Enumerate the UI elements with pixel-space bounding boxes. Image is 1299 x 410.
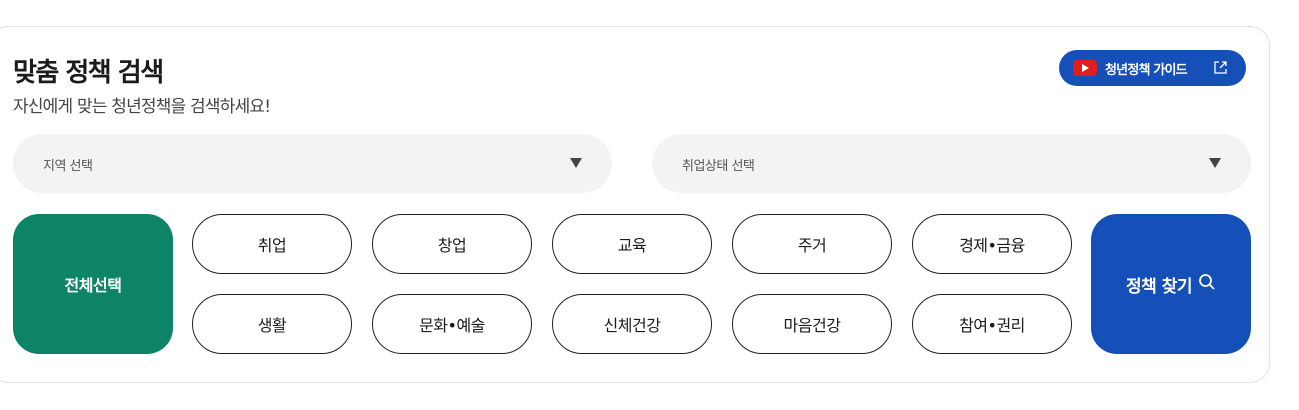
external-link-icon: [1213, 60, 1228, 79]
region-select[interactable]: 지역 선택: [13, 134, 612, 193]
employment-status-select[interactable]: 취업상태 선택: [652, 134, 1251, 193]
page-subtitle: 자신에게 맞는 청년정책을 검색하세요!: [13, 97, 271, 117]
category-chip-employment[interactable]: 취업: [192, 214, 352, 274]
category-chip-participation-rights[interactable]: 참여•권리: [912, 294, 1072, 354]
region-select-label: 지역 선택: [43, 159, 93, 174]
caret-down-icon: [570, 158, 582, 168]
find-policy-label: 정책 찾기: [1126, 276, 1192, 297]
category-chip-living[interactable]: 생활: [192, 294, 352, 354]
category-chip-education[interactable]: 교육: [552, 214, 712, 274]
search-icon: [1198, 273, 1216, 296]
page-title: 맞춤 정책 검색: [13, 58, 164, 88]
category-chip-culture-arts[interactable]: 문화•예술: [372, 294, 532, 354]
category-chip-physical-health[interactable]: 신체건강: [552, 294, 712, 354]
employment-select-label: 취업상태 선택: [682, 159, 755, 174]
youtube-icon: [1073, 60, 1097, 76]
select-all-button[interactable]: 전체선택: [13, 214, 173, 354]
category-chip-startup[interactable]: 창업: [372, 214, 532, 274]
youth-policy-guide-button[interactable]: 청년정책 가이드: [1059, 50, 1246, 86]
category-chip-mental-health[interactable]: 마음건강: [732, 294, 892, 354]
caret-down-icon: [1209, 158, 1221, 168]
category-chip-economy-finance[interactable]: 경제•금융: [912, 214, 1072, 274]
guide-button-label: 청년정책 가이드: [1105, 62, 1188, 78]
find-policy-button[interactable]: 정책 찾기: [1091, 214, 1251, 354]
category-chip-housing[interactable]: 주거: [732, 214, 892, 274]
